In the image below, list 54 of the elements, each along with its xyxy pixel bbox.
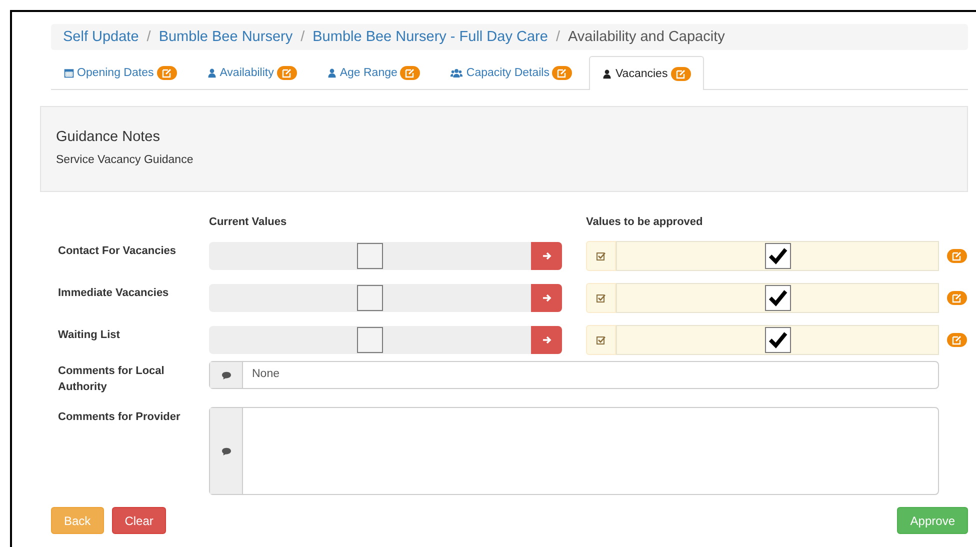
breadcrumb-separator: /	[146, 29, 152, 45]
column-heading: Values to be approved	[586, 216, 703, 228]
tab[interactable]: Age Range	[314, 56, 434, 89]
arrow-right-icon	[542, 335, 552, 345]
tab[interactable]: Opening Dates	[51, 56, 190, 89]
edit-icon	[952, 293, 962, 303]
copy-arrow-button[interactable]	[531, 326, 562, 354]
edit-icon	[952, 335, 962, 345]
checkbox-icon	[596, 251, 606, 261]
field-label: Comments for Provider	[58, 411, 180, 423]
breadcrumb-link[interactable]: Bumble Bee Nursery - Full Day Care	[312, 29, 548, 45]
copy-arrow-button[interactable]	[531, 284, 562, 312]
column-heading: Current Values	[209, 216, 287, 228]
tab[interactable]: Availability	[194, 56, 310, 89]
panel-text: Service Vacancy Guidance	[56, 154, 194, 166]
field-label: Contact For Vacancies	[58, 245, 176, 257]
checkbox[interactable]	[764, 327, 790, 353]
checkbox-icon	[596, 335, 606, 345]
breadcrumb-current: Availability and Capacity	[568, 29, 725, 45]
arrow-right-icon	[542, 293, 552, 303]
edit-icon	[282, 68, 292, 78]
edit-icon	[405, 68, 416, 78]
tab[interactable]: Capacity Details	[437, 56, 586, 89]
tab[interactable]: Vacancies	[589, 56, 704, 90]
edit-button[interactable]	[947, 333, 967, 347]
edit-icon	[676, 68, 686, 78]
field-label: Waiting List	[58, 329, 120, 341]
arrow-right-icon	[542, 251, 552, 261]
edit-icon	[162, 68, 172, 78]
breadcrumb-link[interactable]: Bumble Bee Nursery	[158, 29, 293, 45]
approve-button[interactable]: Approve	[897, 507, 968, 534]
breadcrumb-separator: /	[554, 29, 561, 45]
users-icon	[450, 68, 464, 78]
user-icon	[206, 68, 217, 78]
comment-field[interactable]: None	[209, 361, 939, 389]
breadcrumb-separator: /	[300, 29, 306, 45]
checkbox-icon	[596, 293, 606, 303]
speech-bubble-icon	[220, 370, 232, 380]
clear-button[interactable]: Clear	[112, 507, 166, 534]
edit-button[interactable]	[947, 249, 967, 263]
breadcrumb-link[interactable]: Self Update	[63, 29, 139, 45]
field-label: Comments for Local Authority	[58, 365, 164, 393]
field-label: Immediate Vacancies	[58, 287, 169, 299]
edit-button[interactable]	[947, 291, 967, 305]
user-icon	[602, 68, 612, 78]
calendar-icon	[64, 68, 74, 78]
checkbox[interactable]	[764, 285, 790, 311]
copy-arrow-button[interactable]	[531, 242, 562, 270]
edit-icon	[557, 68, 568, 78]
edit-icon	[952, 251, 962, 261]
user-icon	[326, 68, 337, 78]
checkbox[interactable]	[764, 243, 790, 269]
speech-bubble-icon	[220, 446, 232, 456]
panel-title: Guidance Notes	[56, 129, 161, 145]
